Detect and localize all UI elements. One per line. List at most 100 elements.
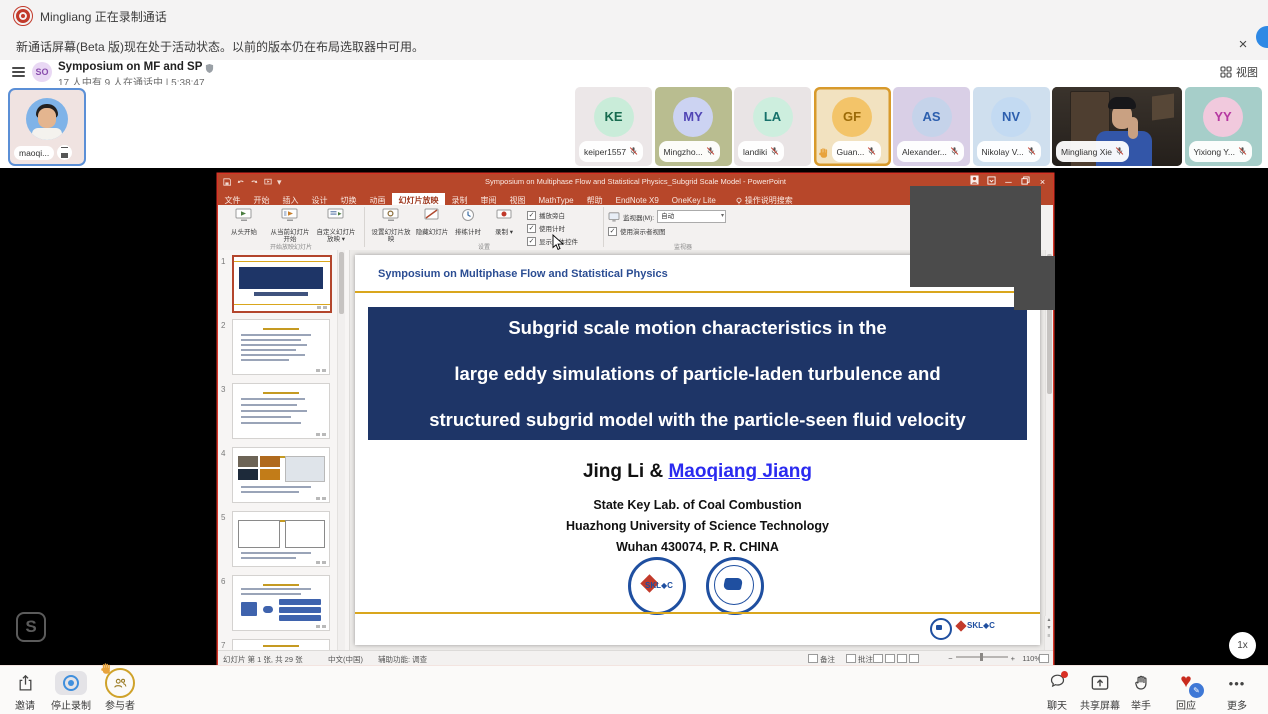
comments-icon [846,654,856,663]
share-screen-button[interactable]: 共享屏幕 [1078,671,1122,712]
view-button[interactable]: 视图 [1220,64,1258,80]
beta-banner: 新通话屏幕(Beta 版)现在处于活动状态。以前的版本仍在布局选取器中可用。 × [0,30,1268,61]
slide-thumb-card [232,511,330,567]
chat-button[interactable]: 聊天 [1042,671,1072,712]
participant-name: Alexander... [902,147,947,157]
clock-icon [459,207,477,223]
participant-name-pill: keiper1557 [579,141,643,162]
beta-text: 新通话屏幕(Beta 版)现在处于活动状态。以前的版本仍在布局选取器中可用。 [16,38,424,55]
slide-thumbnail-panel: 1 2 [218,250,350,650]
stop-recording-button[interactable]: 停止录制 [48,671,94,712]
from-beginning-button[interactable]: 从头开始 [222,207,266,243]
meeting-avatar: SO [32,62,52,82]
close-icon[interactable]: × [1234,36,1252,54]
play-narrations-checkbox[interactable]: ✓播放旁白 [527,210,578,220]
notes-icon [808,654,818,663]
record-slideshow-button[interactable]: 录制 ▾ [487,207,521,246]
sorter-view-icon [885,654,895,663]
presenter-view-checkbox[interactable]: ✓ 使用演示者视图 [608,226,758,236]
participant-name-pill: Mingzho... [659,141,720,162]
zoom-slider[interactable] [956,656,1008,658]
share-screen-icon [1091,675,1109,691]
participant-name-pill: Mingliang Xie [1056,141,1129,162]
monitor-value: 自动 [661,213,674,220]
raised-hand-icon [818,146,830,158]
call-toolbar: 邀请 停止录制 参与者 ⌃ ⌃ 聊天 [0,665,1268,714]
ribbon-group-setup: 设置幻灯片放映 隐藏幻灯片 排练计时 录制 ▾ [365,205,603,252]
skloc-logo: SKL◆C [628,557,686,615]
participant-tile-Alexander-[interactable]: ASAlexander... [893,87,970,166]
participant-tile-Mingliang-Xie[interactable]: Mingliang Xie [1052,87,1182,166]
react-button[interactable]: ♥✎ 回应 [1168,671,1204,712]
monitor-dropdown[interactable]: 自动▾ [657,210,726,223]
slide-thumb-card [232,447,330,503]
setup-show-icon [382,207,400,223]
slide-thumb-2[interactable]: 2 [218,319,349,379]
mic-muted-icon [770,143,779,161]
slide-thumb-4[interactable]: 4 [218,447,349,507]
participant-tile-Nikolay-V-[interactable]: NVNikolay V... [973,87,1050,166]
ribbon-group-start-show: 从头开始 从当前幻灯片开始 自定义幻灯片放映 ▾ 开始放映幻灯片 [218,205,364,252]
ribbon-group-monitor: 监视器(M): 自动▾ ✓ 使用演示者视图 监视器 [604,205,762,252]
playback-speed-badge[interactable]: 1x [1229,632,1256,659]
self-more-icon[interactable] [57,145,72,160]
ppt-statusbar: 幻灯片 第 1 张, 共 29 张 中文(中国) 辅助功能: 调查 备注 批注 … [218,650,1053,665]
checkbox-checked-icon: ✓ [608,227,617,236]
participant-name: Mingzho... [664,147,703,157]
play-from-start-icon [235,207,253,223]
participant-tile-keiper1557[interactable]: KEkeiper1557 [575,87,652,166]
gold-divider-bottom [355,612,1040,614]
zoom-controls[interactable]: −+ [948,654,1015,663]
use-timings-checkbox[interactable]: ✓使用计时 [527,223,578,233]
notes-button[interactable]: 备注 [808,654,835,665]
gold-divider [355,291,1040,293]
menu-icon[interactable] [12,67,25,77]
slide-thumb-1[interactable]: 1 [218,255,349,315]
prev-next-slide-buttons[interactable]: ▲▼≡ [1044,616,1053,650]
accessibility-status[interactable]: 辅助功能: 调查 [378,654,427,665]
slide-counter: 幻灯片 第 1 张, 共 29 张 [223,654,303,665]
pencil-badge-icon: ✎ [1189,683,1204,698]
hust-logo [706,557,764,615]
participants-button[interactable]: 参与者 [100,671,140,712]
invite-button[interactable]: 邀请 [8,671,42,712]
participant-name: landiki [743,147,767,157]
slide-thumb-5[interactable]: 5 [218,511,349,571]
comments-button[interactable]: 批注 [846,654,873,665]
custom-slideshow-button[interactable]: 自定义幻灯片放映 ▾ [314,207,358,243]
setup-slideshow-button[interactable]: 设置幻灯片放映 [369,207,413,246]
affiliation-line: State Key Lab. of Coal Combustion [355,498,1040,512]
mic-muted-icon [1027,143,1036,161]
meeting-title-text: Symposium on MF and SP [58,61,202,73]
author-2: Maoqiang Jiang [668,461,812,482]
language-indicator[interactable]: 中文(中国) [328,654,363,665]
slide-thumb-7[interactable]: 7 [218,639,349,650]
participant-name: keiper1557 [584,147,626,157]
participant-tile-Guan-[interactable]: GFGuan... [814,87,891,166]
participant-tile-landiki[interactable]: LA landiki [734,87,811,166]
recording-text: Mingliang 正在录制通话 [40,8,167,25]
raise-hand-button[interactable]: 举手 [1128,671,1154,712]
participant-tile-Yixiong-Y-[interactable]: YYYixiong Y... [1185,87,1262,166]
participant-tile-Mingzho-[interactable]: MY Mingzho... [655,87,732,166]
more-button[interactable]: ••• 更多 [1222,671,1252,712]
view-switcher[interactable] [873,654,921,664]
self-video-tile[interactable]: maoqi... [8,88,86,166]
from-current-slide-button[interactable]: 从当前幻灯片开始 [268,207,312,243]
play-from-current-icon [281,207,299,223]
hide-slide-button[interactable]: 隐藏幻灯片 [415,207,449,246]
editor-scrollbar[interactable] [1045,250,1053,650]
fit-slide-icon[interactable] [1039,654,1051,664]
slide-thumb-6[interactable]: 6 [218,575,349,635]
participants-icon [105,668,135,698]
lightbulb-icon [735,197,743,205]
rehearse-timings-button[interactable]: 排练计时 [451,207,485,246]
reading-view-icon [897,654,907,663]
participant-avatar: MY [673,97,713,137]
record-icon [495,207,513,223]
checkbox-checked-icon: ✓ [527,211,536,220]
participant-avatar: LA [753,97,793,137]
view-label: 视图 [1236,67,1258,79]
slide-thumb-3[interactable]: 3 [218,383,349,443]
thumbnail-scrollbar[interactable] [337,250,345,650]
